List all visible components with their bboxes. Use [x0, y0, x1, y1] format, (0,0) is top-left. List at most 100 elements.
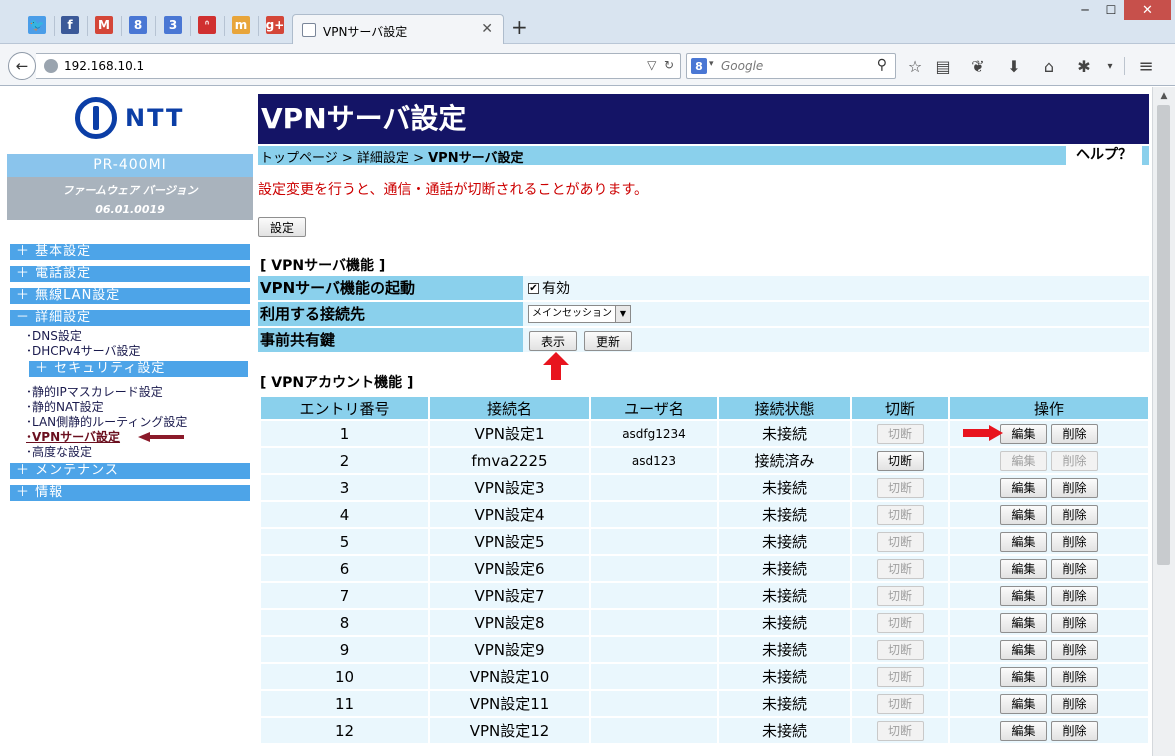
url-text[interactable]: 192.168.10.1	[64, 59, 144, 73]
delete-button[interactable]: 削除	[1051, 558, 1098, 579]
google-plus-icon-glyph: g+	[265, 16, 285, 34]
edit-button[interactable]: 編集	[1000, 693, 1047, 714]
edit-button[interactable]: 編集	[1000, 504, 1047, 525]
menu-icon[interactable]: ≡	[1135, 56, 1157, 77]
edit-button[interactable]: 編集	[1000, 612, 1047, 633]
disconnect-button[interactable]: 切断	[876, 693, 924, 714]
home-icon[interactable]: ⌂	[1038, 56, 1060, 76]
addon-dropdown-icon[interactable]: ▾	[1099, 56, 1121, 76]
calendar-icon[interactable]: 3	[160, 12, 186, 38]
search-bar[interactable]: 8 ▾ Google ⚲	[686, 53, 896, 79]
set-button[interactable]: 設定	[258, 217, 306, 237]
delete-button[interactable]: 削除	[1051, 612, 1098, 633]
maximize-button[interactable]: ☐	[1098, 0, 1124, 20]
download-icon[interactable]: ⬇	[1003, 56, 1025, 76]
menu-link-advanced[interactable]: ･高度な設定	[26, 445, 92, 459]
edit-button[interactable]: 編集	[1000, 720, 1047, 741]
menu-phone-settings[interactable]: ＋ 電話設定	[10, 266, 250, 282]
disconnect-button[interactable]: 切断	[876, 531, 924, 552]
disconnect-button[interactable]: 切断	[876, 585, 924, 606]
connection-status: 接続済み	[719, 448, 850, 473]
address-bar[interactable]: 192.168.10.1 ▽ ↻	[36, 53, 681, 79]
delete-button[interactable]: 削除	[1051, 477, 1098, 498]
delete-button[interactable]: 削除	[1051, 639, 1098, 660]
menu-maintenance[interactable]: ＋ メンテナンス	[10, 463, 250, 479]
disconnect-cell: 切断	[852, 637, 948, 662]
disconnect-button[interactable]: 切断	[876, 423, 924, 444]
menu-link-dhcp[interactable]: ･DHCPv4サーバ設定	[26, 344, 141, 358]
disconnect-button[interactable]: 切断	[876, 720, 924, 741]
show-psk-button[interactable]: 表示	[529, 331, 577, 351]
disconnect-button[interactable]: 切断	[876, 666, 924, 687]
delete-button[interactable]: 削除	[1051, 450, 1098, 471]
menu-security-settings[interactable]: ＋ セキュリティ設定	[29, 361, 248, 377]
reload-icon[interactable]: ↻	[664, 58, 674, 72]
edit-button[interactable]: 編集	[1000, 423, 1047, 444]
edit-button[interactable]: 編集	[1000, 450, 1047, 471]
active-tab[interactable]: VPNサーバ設定 ✕	[292, 14, 504, 45]
menu-link-lan-routing[interactable]: ･LAN側静的ルーティング設定	[26, 415, 187, 429]
menu-link-vpn-server[interactable]: ･VPNサーバ設定	[26, 430, 120, 444]
minimize-button[interactable]: ─	[1072, 0, 1098, 20]
delete-button[interactable]: 削除	[1051, 666, 1098, 687]
breadcrumb-home[interactable]: トップページ	[260, 151, 338, 166]
disconnect-button[interactable]: 切断	[876, 612, 924, 633]
edit-button[interactable]: 編集	[1000, 639, 1047, 660]
google-icon[interactable]: 8	[125, 12, 151, 38]
edit-button[interactable]: 編集	[1000, 585, 1047, 606]
disconnect-button[interactable]: 切断	[876, 450, 924, 471]
edit-button[interactable]: 編集	[1000, 558, 1047, 579]
google-plus-icon[interactable]: g+	[262, 12, 288, 38]
search-input[interactable]: Google	[721, 59, 763, 73]
menu-basic-settings[interactable]: ＋ 基本設定	[10, 244, 250, 260]
disconnect-cell: 切断	[852, 556, 948, 581]
connection-status: 未接続	[719, 664, 850, 689]
breadcrumb-detail[interactable]: 詳細設定	[357, 151, 409, 166]
bookmark-star-icon[interactable]: ☆	[904, 56, 926, 76]
scrollbar-thumb[interactable]	[1157, 105, 1170, 565]
nifty-icon[interactable]: ᐢ	[194, 12, 220, 38]
disconnect-button[interactable]: 切断	[876, 477, 924, 498]
back-button[interactable]: ←	[8, 52, 36, 80]
delete-button[interactable]: 削除	[1051, 531, 1098, 552]
connection-select[interactable]: メインセッション ▼	[528, 305, 631, 323]
vpn-enable-checkbox[interactable]: ✔	[528, 282, 539, 294]
disconnect-button[interactable]: 切断	[876, 639, 924, 660]
google-icon[interactable]: 8	[691, 58, 707, 74]
menu-wireless-settings[interactable]: ＋ 無線LAN設定	[10, 288, 250, 304]
new-tab-button[interactable]: +	[511, 17, 528, 37]
close-window-button[interactable]: ✕	[1124, 0, 1171, 20]
close-tab-icon[interactable]: ✕	[481, 21, 493, 37]
search-icon[interactable]: ⚲	[877, 57, 887, 73]
delete-button[interactable]: 削除	[1051, 720, 1098, 741]
facebook-icon[interactable]: f	[57, 12, 83, 38]
engine-dropdown-icon[interactable]: ▾	[709, 59, 714, 69]
bookmarks-list-icon[interactable]: ▤	[932, 56, 954, 76]
help-link[interactable]: ヘルプ？	[1066, 146, 1142, 165]
delete-button[interactable]: 削除	[1051, 423, 1098, 444]
delete-button[interactable]: 削除	[1051, 693, 1098, 714]
edit-button[interactable]: 編集	[1000, 531, 1047, 552]
menu-info[interactable]: ＋ 情報	[10, 485, 250, 501]
twitter-icon[interactable]: 🐦	[24, 12, 50, 38]
menu-link-ip-masquerade[interactable]: ･静的IPマスカレード設定	[26, 385, 163, 399]
smile-icon[interactable]: m	[228, 12, 254, 38]
menu-link-dns[interactable]: ･DNS設定	[26, 329, 82, 343]
addon-icon[interactable]: ✱	[1073, 56, 1095, 76]
scroll-up-icon[interactable]: ▲	[1153, 87, 1175, 104]
menu-link-static-nat[interactable]: ･静的NAT設定	[26, 400, 104, 414]
gmail-icon[interactable]: M	[91, 12, 117, 38]
pocket-icon[interactable]: ❦	[967, 56, 989, 76]
update-psk-button[interactable]: 更新	[584, 331, 632, 351]
chevron-down-icon[interactable]: ▼	[615, 306, 630, 322]
history-dropdown-icon[interactable]: ▽	[647, 58, 656, 72]
menu-detail-settings[interactable]: － 詳細設定	[10, 310, 250, 326]
delete-button[interactable]: 削除	[1051, 504, 1098, 525]
vertical-scrollbar[interactable]: ▲	[1152, 87, 1175, 756]
edit-button[interactable]: 編集	[1000, 666, 1047, 687]
delete-button[interactable]: 削除	[1051, 585, 1098, 606]
edit-button[interactable]: 編集	[1000, 477, 1047, 498]
ntt-logo[interactable]: NTT	[75, 97, 184, 139]
disconnect-button[interactable]: 切断	[876, 558, 924, 579]
disconnect-button[interactable]: 切断	[876, 504, 924, 525]
